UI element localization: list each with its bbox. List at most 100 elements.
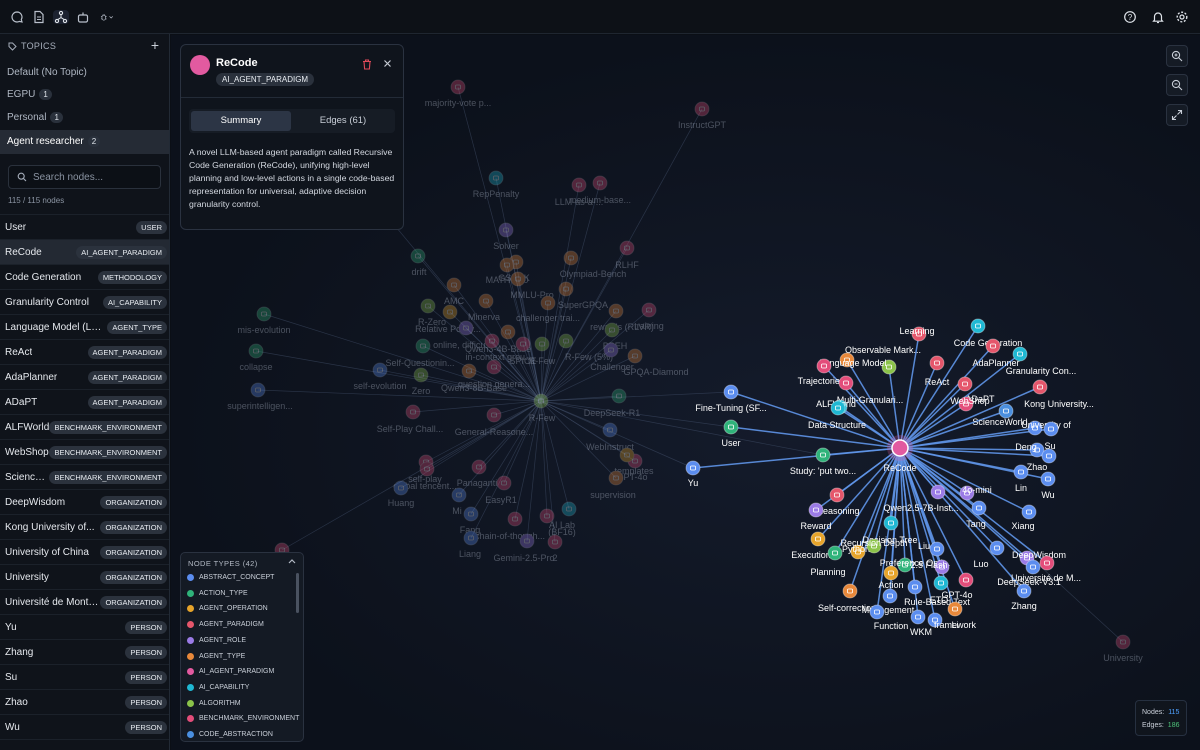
node-list-item[interactable]: Université de Montréal ...ORGANIZATION (0, 589, 169, 614)
graph-node-circle[interactable] (1012, 346, 1028, 362)
graph-node-circle[interactable] (603, 342, 619, 358)
graph-node-circle[interactable] (510, 271, 526, 287)
graph-node-circle[interactable] (907, 579, 923, 595)
graph-node-circle[interactable] (619, 447, 635, 463)
graph-icon[interactable] (53, 10, 69, 24)
graph-node-circle[interactable] (611, 388, 627, 404)
close-panel-button[interactable] (383, 57, 392, 71)
graph-node-circle[interactable] (810, 531, 826, 547)
robot-icon[interactable] (76, 10, 90, 24)
node-list-item[interactable]: ALFWorld BENCHMARK_ENVIRONMENT (0, 414, 169, 439)
graph-node-circle[interactable] (694, 101, 710, 117)
node-list-item[interactable]: WebShop BENCHMARK_ENVIRONMENT (0, 439, 169, 464)
help-icon[interactable]: ? (1123, 10, 1137, 24)
graph-node-circle[interactable] (882, 588, 898, 604)
graph-node-circle[interactable] (1043, 421, 1059, 437)
graph-node-circle[interactable] (929, 541, 945, 557)
graph-node-circle[interactable] (971, 500, 987, 516)
chat-icon[interactable] (10, 10, 24, 24)
graph-node-circle[interactable] (1016, 583, 1032, 599)
graph-node-circle[interactable] (1040, 471, 1056, 487)
graph-node-circle[interactable] (498, 222, 514, 238)
graph-node[interactable]: Yu (685, 460, 701, 488)
node-list-item[interactable]: Language Model (LLM)-...AGENT_TYPE (0, 314, 169, 339)
graph-node[interactable]: Minerva (468, 293, 500, 322)
graph-node-circle[interactable] (1013, 464, 1029, 480)
graph-node-circle[interactable] (1032, 379, 1048, 395)
search-input[interactable] (33, 171, 153, 183)
graph-node-circle[interactable] (816, 358, 832, 374)
graph-node-circle[interactable] (533, 393, 549, 409)
graph-node[interactable]: R-Zero (418, 298, 446, 327)
graph-node[interactable]: Zero (412, 367, 431, 396)
add-topic-button[interactable]: + (151, 37, 159, 53)
graph-node-circle[interactable] (478, 293, 494, 309)
graph-node-circle[interactable] (420, 298, 436, 314)
graph-node-circle[interactable] (446, 277, 462, 293)
graph-node-circle[interactable] (563, 250, 579, 266)
graph-node-circle[interactable] (461, 363, 477, 379)
graph-node[interactable]: Liang (459, 530, 481, 559)
legend-item[interactable]: AGENT_OPERATION (187, 605, 268, 613)
graph-node-circle[interactable] (627, 348, 643, 364)
graph-node-circle[interactable] (256, 306, 272, 322)
graph-node[interactable]: Xiang (1011, 504, 1037, 531)
graph-node-circle[interactable] (641, 302, 657, 318)
graph-node-circle[interactable] (450, 79, 466, 95)
gear-icon[interactable] (1175, 10, 1189, 24)
graph-node[interactable]: majority-vote p... (425, 79, 492, 108)
graph-node-circle[interactable] (500, 324, 516, 340)
node-list-item[interactable]: AdaPlanner AGENT_PARADIGM (0, 364, 169, 389)
graph-node-circle[interactable] (970, 318, 986, 334)
graph-node-circle[interactable] (547, 534, 563, 550)
graph-node[interactable]: Tang (966, 500, 987, 529)
node-list-item[interactable]: DeepWisdom ORGANIZATION (0, 489, 169, 514)
graph-node[interactable]: ScienceWorld (972, 403, 1028, 427)
graph-node-circle[interactable] (685, 460, 701, 476)
node-list-item[interactable]: University of China ORGANIZATION (0, 539, 169, 564)
node-list-item[interactable]: ADaPT AGENT_PARADIGM (0, 389, 169, 414)
graph-node-circle[interactable] (608, 470, 624, 486)
graph-node-circle[interactable] (947, 601, 963, 617)
graph-node-circle[interactable] (393, 480, 409, 496)
graph-node-circle[interactable] (723, 419, 739, 435)
graph-node[interactable]: AMC (444, 277, 465, 306)
graph-node-circle[interactable] (619, 240, 635, 256)
graph-node-circle[interactable] (1025, 559, 1041, 575)
node-list-item[interactable] (0, 739, 169, 750)
graph-node-circle[interactable] (838, 375, 854, 391)
legend-item[interactable]: ALGORITHM (187, 699, 241, 707)
graph-node-circle[interactable] (1115, 634, 1131, 650)
graph-node-circle[interactable] (958, 572, 974, 588)
graph-node[interactable]: User (721, 419, 741, 448)
graph-node-circle[interactable] (561, 501, 577, 517)
graph-node-circle[interactable] (410, 248, 426, 264)
legend-item[interactable]: AI_AGENT_PARADIGM (187, 668, 274, 676)
graph-node-circle[interactable] (413, 367, 429, 383)
graph-node-circle[interactable] (534, 336, 550, 352)
graph-node-circle[interactable] (558, 333, 574, 349)
graph-node[interactable]: Self-Play Chall... (377, 404, 444, 434)
node-search-box[interactable] (8, 165, 161, 189)
legend-item[interactable]: AGENT_PARADIGM (187, 621, 264, 629)
graph-node[interactable]: drift (410, 248, 427, 277)
delete-node-button[interactable] (362, 59, 372, 73)
fit-view-button[interactable] (1166, 104, 1188, 126)
node-list-item[interactable]: Code Generation METHODOLOGY (0, 264, 169, 289)
graph-node-circle[interactable] (463, 530, 479, 546)
graph-node[interactable]: SuperGPQA (558, 281, 608, 310)
graph-node-circle[interactable] (989, 540, 1005, 556)
graph-node-circle[interactable] (830, 400, 846, 416)
graph-node-circle[interactable] (1039, 555, 1055, 571)
zoom-in-button[interactable] (1166, 45, 1188, 67)
graph-node[interactable]: Lin (1013, 464, 1029, 493)
graph-node-circle[interactable] (486, 407, 502, 423)
graph-node[interactable]: Panaganti (457, 459, 498, 488)
graph-node-circle[interactable] (957, 376, 973, 392)
legend-item[interactable]: ACTION_TYPE (187, 589, 248, 597)
legend-item[interactable]: CODE_ABSTRACTION (187, 731, 273, 738)
node-list-item[interactable]: Yu PERSON (0, 614, 169, 639)
node-list-item[interactable]: Granularity Control AI_CAPABILITY (0, 289, 169, 314)
graph-node-circle[interactable] (458, 320, 474, 336)
graph-node-circle[interactable] (499, 257, 515, 273)
